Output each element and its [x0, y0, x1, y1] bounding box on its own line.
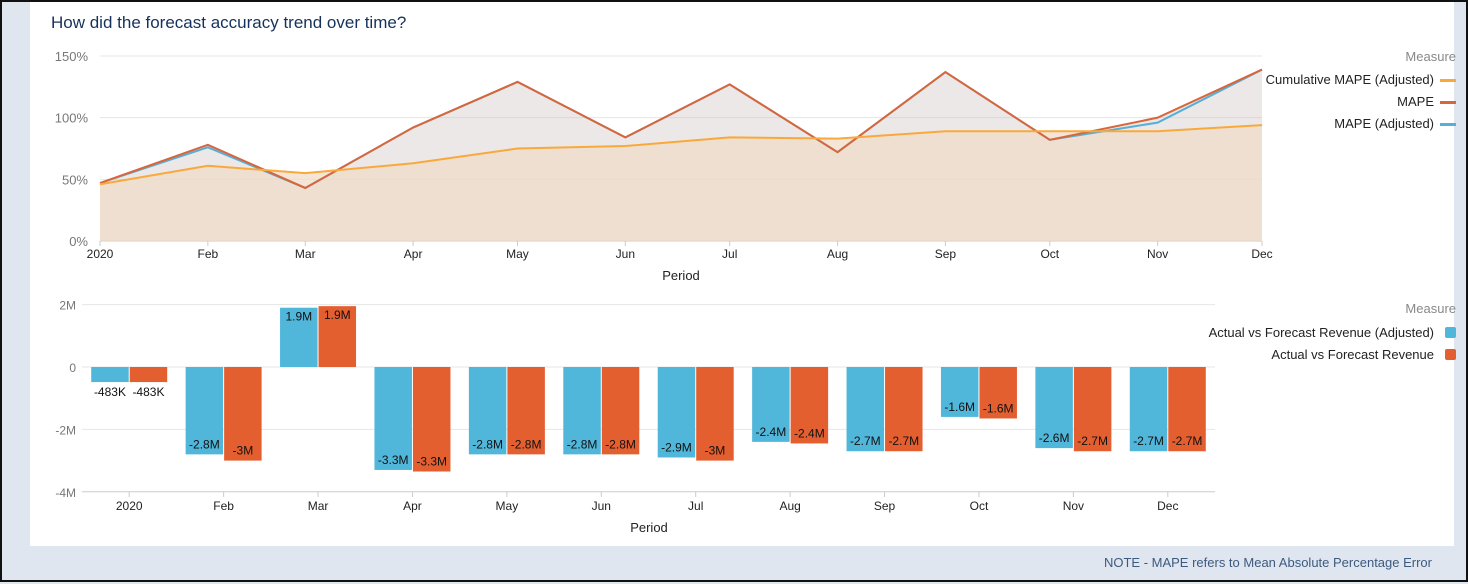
legend-label: Actual vs Forecast Revenue (Adjusted)	[1209, 325, 1434, 340]
x-tick-label: Mar	[295, 247, 316, 261]
x-tick-label: Feb	[198, 247, 219, 261]
x-tick-label: May	[506, 247, 529, 261]
bar-data-label: -2.4M	[756, 425, 787, 439]
bar-data-label: -3M	[233, 444, 254, 458]
bar-data-label: -2.8M	[567, 437, 598, 451]
bar-data-label: -1.6M	[944, 400, 975, 414]
bar-data-label: -3M	[705, 444, 726, 458]
legend-label: Actual vs Forecast Revenue	[1271, 347, 1434, 362]
bar-data-label: -1.6M	[983, 401, 1014, 415]
x-axis-title: Period	[630, 520, 668, 535]
y-tick-label: 2M	[59, 299, 76, 313]
bar-data-label: -3.3M	[378, 453, 409, 467]
bar-data-label: -2.4M	[794, 426, 825, 440]
bar-data-label: -3.3M	[416, 455, 447, 469]
x-tick-label: Mar	[308, 499, 329, 513]
x-tick-label: Aug	[827, 247, 848, 261]
x-tick-label: Apr	[404, 247, 423, 261]
bar	[129, 367, 168, 383]
bar	[91, 367, 129, 383]
y-tick-label: 0	[69, 361, 76, 375]
x-tick-label: Sep	[874, 499, 896, 513]
bar-data-label: -2.8M	[511, 437, 542, 451]
bar-data-label: -2.7M	[1172, 434, 1203, 448]
bar-data-label: -483K	[132, 385, 164, 399]
bar-data-label: 1.9M	[285, 310, 312, 324]
y-tick-label: -4M	[55, 486, 76, 500]
x-tick-label: 2020	[116, 499, 143, 513]
legend-label: Cumulative MAPE (Adjusted)	[1266, 72, 1434, 87]
charts-svg: 0% 50% 100% 150% 2020 Feb Mar Apr May Jun Jul Aug Se…	[55, 49, 1456, 535]
x-tick-label: Jul	[688, 499, 703, 513]
x-tick-label: Jun	[616, 247, 635, 261]
x-tick-label: Dec	[1157, 499, 1178, 513]
bar-data-label: -483K	[94, 385, 126, 399]
legend-label: MAPE	[1397, 94, 1434, 109]
bar-data-label: -2.8M	[472, 437, 503, 451]
x-tick-label: Aug	[779, 499, 800, 513]
bar-data-label: -2.8M	[605, 437, 636, 451]
x-tick-label: 2020	[87, 247, 114, 261]
cumulative-area	[100, 125, 1262, 241]
x-tick-label: Oct	[1040, 247, 1059, 261]
legend-swatch	[1445, 327, 1456, 338]
legend-swatch	[1445, 349, 1456, 360]
bar-data-label: -2.7M	[888, 434, 919, 448]
x-tick-label: Apr	[403, 499, 422, 513]
y-tick-label: 50%	[62, 172, 88, 187]
x-axis-title: Period	[662, 268, 700, 283]
x-tick-label: Oct	[970, 499, 989, 513]
x-tick-label: Jul	[722, 247, 737, 261]
x-tick-label: Sep	[935, 247, 957, 261]
legend-label: MAPE (Adjusted)	[1334, 116, 1434, 131]
bar-data-label: -2.7M	[1133, 434, 1164, 448]
legend-title: Measure	[1405, 49, 1456, 64]
bar-data-label: -2.8M	[189, 437, 220, 451]
x-tick-label: Feb	[213, 499, 234, 513]
y-tick-label: -2M	[55, 423, 76, 437]
x-tick-label: Dec	[1251, 247, 1272, 261]
y-tick-label: 0%	[69, 234, 88, 249]
x-tick-label: May	[496, 499, 519, 513]
bar-data-label: -2.7M	[850, 434, 881, 448]
x-tick-label: Nov	[1147, 247, 1168, 261]
x-tick-label: Jun	[592, 499, 611, 513]
y-tick-label: 100%	[55, 111, 89, 126]
bar-data-label: 1.9M	[324, 308, 351, 322]
x-tick-label: Nov	[1063, 499, 1084, 513]
bar-data-label: -2.7M	[1077, 434, 1108, 448]
bar-data-label: -2.6M	[1039, 431, 1070, 445]
legend-swatch	[1440, 101, 1456, 104]
legend-swatch	[1440, 123, 1456, 126]
legend-swatch	[1440, 79, 1456, 82]
y-tick-label: 150%	[55, 49, 89, 64]
bar-data-label: -2.9M	[661, 440, 692, 454]
legend-title: Measure	[1405, 301, 1456, 316]
